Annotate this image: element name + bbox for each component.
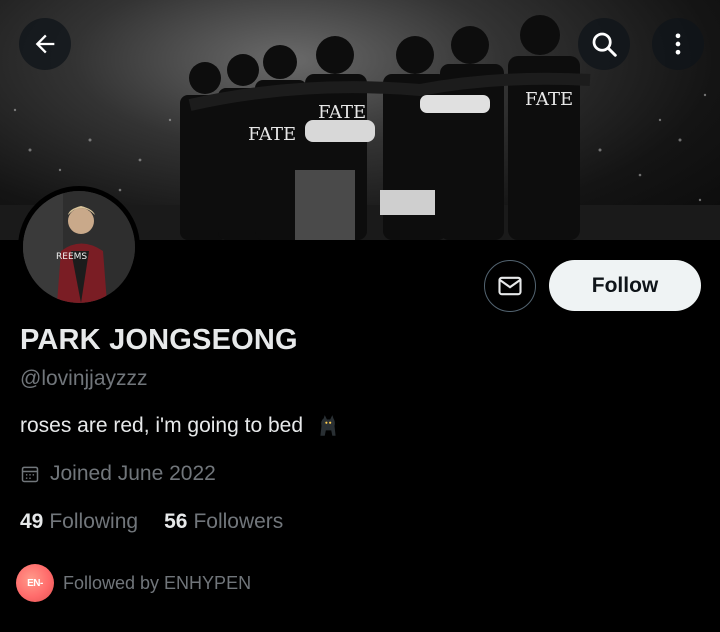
followers-label: Followers: [193, 510, 284, 533]
bio-text: roses are red, i'm going to bed: [20, 414, 303, 437]
joined-text: Joined June 2022: [50, 462, 216, 485]
followers-link[interactable]: 56 Followers: [164, 510, 283, 534]
followers-count: 56: [164, 510, 188, 533]
follow-stats: 49 Following 56 Followers: [20, 510, 283, 534]
more-options-button[interactable]: [652, 18, 704, 70]
profile-bio: roses are red, i'm going to bed: [20, 413, 341, 439]
user-handle: @lovinjjayzzz: [20, 367, 148, 390]
envelope-icon: [498, 276, 522, 296]
svg-text:FATE: FATE: [318, 102, 366, 123]
search-icon: [592, 32, 617, 57]
followed-by-avatar: EN-: [16, 564, 54, 602]
arrow-left-icon: [35, 34, 55, 54]
more-vertical-icon: [675, 33, 681, 55]
followed-by-row[interactable]: EN- Followed by ENHYPEN: [16, 564, 251, 602]
joined-date: Joined June 2022: [20, 462, 216, 486]
calendar-icon: [21, 466, 39, 483]
profile-avatar[interactable]: REEMS: [18, 186, 140, 308]
black-cat-emoji-icon: [320, 415, 336, 436]
follow-button[interactable]: Follow: [549, 260, 701, 311]
avatar-photo: REEMS: [23, 191, 135, 303]
svg-text:REEMS: REEMS: [56, 252, 87, 262]
following-link[interactable]: 49 Following: [20, 510, 138, 534]
message-button[interactable]: [484, 260, 536, 312]
svg-text:FATE: FATE: [525, 89, 573, 110]
display-name: PARK JONGSEONG: [20, 324, 298, 356]
search-button[interactable]: [578, 18, 630, 70]
svg-text:FATE: FATE: [248, 124, 296, 145]
followed-by-text: Followed by ENHYPEN: [63, 572, 252, 593]
following-count: 49: [20, 510, 44, 533]
back-button[interactable]: [19, 18, 71, 70]
following-label: Following: [49, 510, 139, 533]
